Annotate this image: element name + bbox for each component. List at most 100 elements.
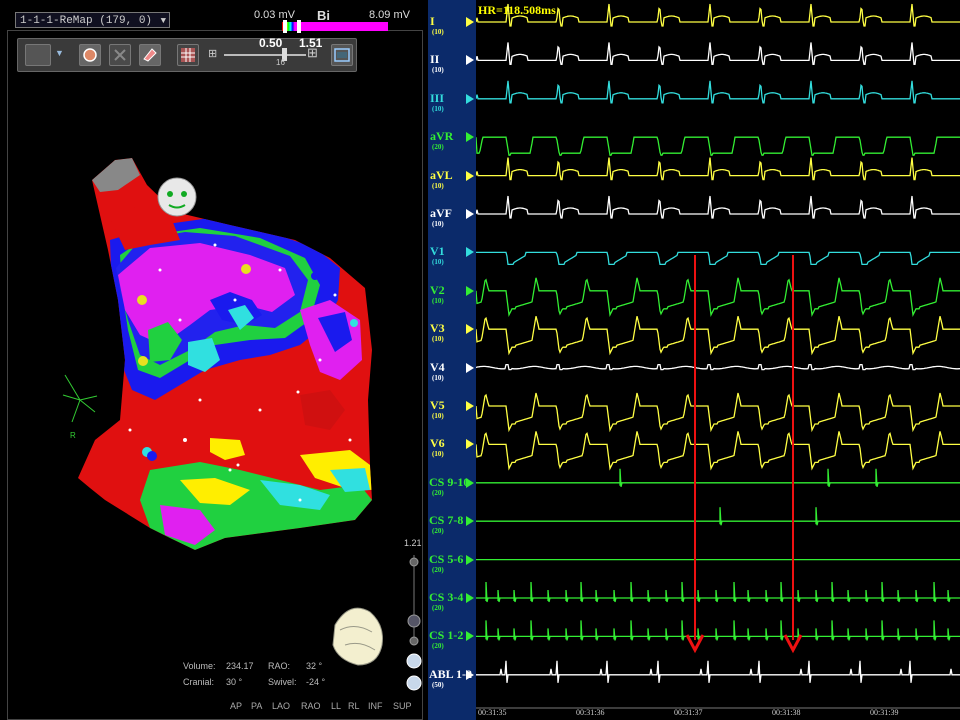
- channel-gain: (10): [432, 104, 444, 113]
- channel-marker-icon[interactable]: [466, 362, 474, 373]
- channel-marker-icon[interactable]: [466, 55, 474, 66]
- ecg-trace: [476, 620, 960, 641]
- channel-label[interactable]: aVR: [430, 129, 453, 144]
- channel-label[interactable]: V4: [430, 360, 445, 375]
- channel-marker-icon[interactable]: [466, 93, 474, 104]
- channel-label[interactable]: V6: [430, 436, 445, 451]
- view-lao-button[interactable]: LAO: [272, 701, 290, 711]
- channel-marker-icon[interactable]: [466, 285, 474, 296]
- channel-gain: (10): [432, 181, 444, 190]
- channel-gain: (20): [432, 488, 444, 497]
- channel-marker-icon[interactable]: [466, 631, 474, 642]
- zoom-control[interactable]: [406, 555, 422, 691]
- volume-label: Volume:: [183, 661, 216, 671]
- channel-label[interactable]: CS 3-4: [429, 590, 463, 605]
- channel-gain: (20): [432, 642, 444, 651]
- view-ll-button[interactable]: LL: [331, 701, 341, 711]
- channel-gain: (20): [432, 565, 444, 574]
- ecg-trace: [476, 507, 960, 526]
- zoom-value: 1.21: [404, 538, 422, 548]
- channel-gain: (10): [432, 28, 444, 36]
- timestamp-label: 00:31:36: [576, 708, 605, 717]
- ecg-trace: [476, 363, 960, 371]
- channel-marker-icon[interactable]: [466, 401, 474, 411]
- channel-gain: (20): [432, 604, 444, 612]
- channel-marker-icon[interactable]: [466, 247, 474, 258]
- ecg-trace: [476, 581, 960, 603]
- channel-marker-icon[interactable]: [466, 170, 474, 181]
- channel-gain: (10): [432, 335, 444, 344]
- channel-label[interactable]: aVF: [430, 206, 452, 221]
- channel-label[interactable]: CS 5-6: [429, 552, 463, 567]
- channel-marker-icon[interactable]: [466, 669, 474, 680]
- channel-marker-icon[interactable]: [466, 439, 474, 450]
- channel-label[interactable]: V1: [430, 244, 445, 259]
- view-sup-button[interactable]: SUP: [393, 701, 412, 711]
- channel-label[interactable]: III: [430, 91, 444, 106]
- channel-gain: (10): [432, 66, 444, 75]
- rao-value: 32 °: [306, 661, 323, 671]
- ecg-panel: I (10) II (10) III (10) aVR (20) aVL (10) aVF (10) V…: [428, 0, 960, 720]
- ecg-trace: [476, 392, 960, 433]
- channel-marker-icon[interactable]: [466, 593, 474, 603]
- channel-label[interactable]: aVL: [430, 168, 453, 183]
- ecg-trace: [476, 316, 960, 356]
- channel-label[interactable]: CS 1-2: [429, 628, 463, 643]
- channel-label-strip: I (10) II (10) III (10) aVR (20) aVL (10) aVF (10) V…: [428, 0, 476, 720]
- view-rao-button[interactable]: RAO: [301, 701, 321, 711]
- channel-label[interactable]: V3: [430, 321, 445, 336]
- channel-gain: (20): [432, 143, 444, 152]
- rao-label: RAO:: [268, 661, 291, 671]
- heart-rate-readout: HR=118.508ms: [478, 3, 556, 17]
- timestamp-label: 00:31:39: [870, 708, 899, 717]
- view-rl-button[interactable]: RL: [348, 701, 360, 711]
- channel-label[interactable]: CS 9-10: [429, 475, 469, 490]
- channel-label[interactable]: II: [430, 52, 439, 67]
- channel-label[interactable]: CS 7-8: [429, 513, 463, 528]
- axis-indicator-icon: [62, 374, 98, 423]
- view-pa-button[interactable]: PA: [251, 701, 262, 711]
- channel-gain: (10): [432, 220, 444, 228]
- face-orientation-icon: [157, 177, 197, 217]
- ecg-trace: [476, 157, 960, 181]
- ecg-traces[interactable]: [476, 0, 960, 720]
- ecg-trace: [476, 80, 960, 104]
- timestamp-label: 00:31:37: [674, 708, 703, 717]
- channel-label[interactable]: V5: [430, 398, 445, 413]
- ecg-trace: [476, 42, 960, 66]
- channel-gain: (20): [432, 527, 444, 536]
- channel-gain: (50): [432, 680, 444, 689]
- voltage-surface: [78, 158, 372, 550]
- channel-marker-icon[interactable]: [466, 477, 474, 488]
- swivel-value: -24 °: [306, 677, 326, 687]
- ecg-trace: [476, 660, 960, 683]
- voltage-map-3d[interactable]: R: [0, 0, 428, 720]
- ecg-trace: [476, 468, 960, 487]
- cranial-value: 30 °: [226, 677, 243, 687]
- channel-marker-icon[interactable]: [466, 516, 474, 527]
- channel-label[interactable]: I: [430, 14, 435, 29]
- channel-marker-icon[interactable]: [466, 554, 474, 565]
- timestamp-label: 00:31:38: [772, 708, 801, 717]
- axis-label-r: R: [70, 431, 76, 440]
- channel-gain: (10): [432, 296, 444, 305]
- ecg-trace: [476, 431, 960, 471]
- swivel-label: Swivel:: [268, 677, 297, 687]
- channel-marker-icon[interactable]: [466, 209, 474, 219]
- view-ap-button[interactable]: AP: [230, 701, 242, 711]
- channel-gain: (10): [432, 450, 444, 459]
- channel-marker-icon[interactable]: [466, 324, 474, 335]
- view-inf-button[interactable]: INF: [368, 701, 383, 711]
- heart-orientation-icon[interactable]: [332, 607, 383, 666]
- channel-marker-icon[interactable]: [466, 132, 474, 143]
- zoom-thumb: [407, 614, 421, 628]
- volume-value: 234.17: [226, 661, 254, 671]
- channel-gain: (10): [432, 373, 444, 382]
- ecg-trace: [476, 277, 960, 318]
- channel-label[interactable]: V2: [430, 283, 445, 298]
- channel-marker-icon[interactable]: [466, 17, 474, 27]
- timestamp-label: 00:31:35: [478, 708, 507, 717]
- ecg-trace: [476, 195, 960, 219]
- cranial-label: Cranial:: [183, 677, 215, 687]
- channel-gain: (10): [432, 412, 444, 420]
